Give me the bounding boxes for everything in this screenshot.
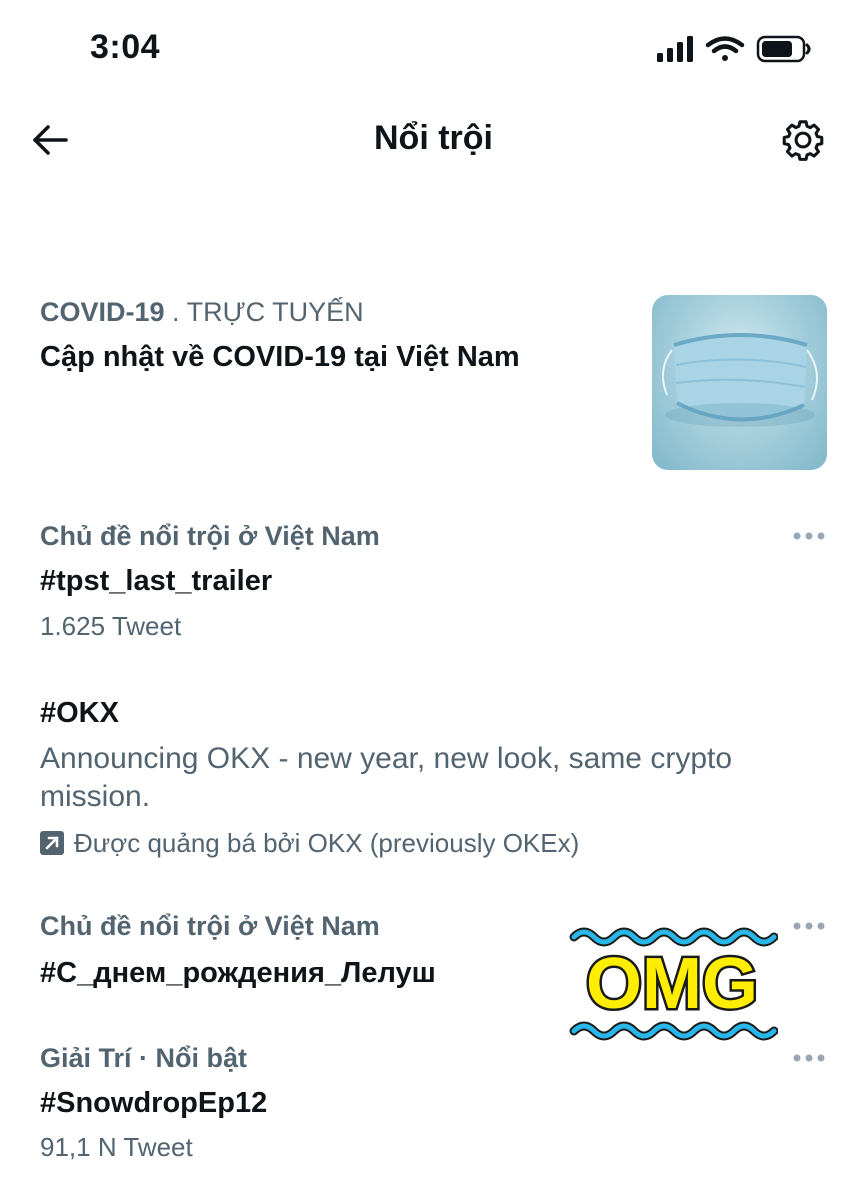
battery-icon (756, 35, 811, 63)
page-title: Nổi trội (374, 119, 493, 157)
status-time: 3:04 (90, 28, 161, 66)
promoted-arrow-icon (40, 831, 64, 855)
status-icons (657, 35, 811, 63)
trend-3-name[interactable]: #SnowdropEp12 (40, 1087, 267, 1120)
promoted-by[interactable]: Được quảng bá bởi OKX (previously OKEx) (40, 828, 579, 859)
trend-3-context: Giải Trí · Nổi bật (40, 1043, 248, 1073)
trend-2-name[interactable]: #С_днем_рождения_Лелуш (40, 957, 436, 990)
trend-3-count: 91,1 N Tweet (40, 1132, 193, 1162)
trend-1-more-button[interactable] (792, 530, 826, 542)
wifi-icon (705, 36, 745, 61)
covid-separator: . (164, 297, 187, 327)
promoted-description: Announcing OKX - new year, new look, sam… (40, 742, 733, 813)
more-horizontal-icon (793, 532, 825, 540)
covid-live: TRỰC TUYẾN (186, 297, 364, 327)
trend-2-context: Chủ đề nổi trội ở Việt Nam (40, 911, 380, 941)
trend-3-more-button[interactable] (792, 1052, 826, 1064)
covid-thumbnail[interactable] (652, 295, 827, 470)
settings-button[interactable] (780, 117, 826, 163)
face-mask-image (662, 333, 818, 427)
covid-title[interactable]: Cập nhật về COVID-19 tại Việt Nam (40, 341, 520, 374)
more-horizontal-icon (793, 922, 825, 930)
trend-1-count: 1.625 Tweet (40, 611, 182, 641)
omg-sticker-text: OMG (586, 944, 758, 1024)
promoted-by-label: Được quảng bá bởi OKX (previously OKEx) (74, 828, 580, 858)
more-horizontal-icon (793, 1054, 825, 1062)
covid-category: COVID-19 (40, 297, 165, 327)
cellular-signal-icon (657, 36, 693, 62)
trend-1-name[interactable]: #tpst_last_trailer (40, 565, 272, 598)
trend-2-more-button[interactable] (792, 920, 826, 932)
omg-sticker: OMG (569, 927, 778, 1041)
trend-1-context: Chủ đề nổi trội ở Việt Nam (40, 521, 380, 551)
promoted-name[interactable]: #OKX (40, 697, 119, 730)
gear-icon (782, 120, 824, 161)
covid-meta: COVID-19 . TRỰC TUYẾN (40, 297, 364, 328)
